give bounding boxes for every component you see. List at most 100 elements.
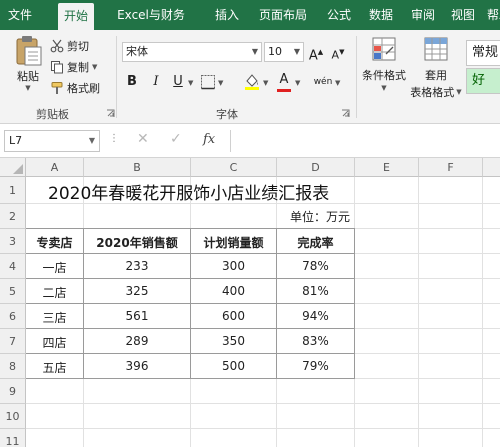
- font-group-label: 字体: [216, 108, 238, 121]
- column-header-a[interactable]: A: [26, 158, 84, 177]
- fill-color-dropdown-icon[interactable]: ▼: [263, 79, 268, 87]
- tab-home[interactable]: 开始: [58, 3, 94, 30]
- name-box[interactable]: L7 ▼: [4, 130, 100, 152]
- bold-button[interactable]: B: [124, 72, 140, 92]
- header-cell-store[interactable]: 专卖店: [26, 234, 83, 251]
- table-cell[interactable]: 500: [191, 359, 276, 373]
- row-header-5[interactable]: 5: [0, 279, 26, 304]
- tab-help[interactable]: 帮助: [484, 0, 500, 30]
- table-cell[interactable]: 81%: [277, 284, 354, 298]
- tab-page-layout[interactable]: 页面布局: [254, 0, 312, 30]
- table-cell[interactable]: 78%: [277, 259, 354, 273]
- unit-label[interactable]: 单位：万元: [290, 208, 350, 225]
- underline-dropdown-icon[interactable]: ▼: [188, 79, 193, 87]
- tab-insert[interactable]: 插入: [210, 0, 244, 30]
- format-painter-button[interactable]: 格式刷: [50, 80, 100, 96]
- row-header-9[interactable]: 9: [0, 379, 26, 404]
- formula-input[interactable]: [230, 130, 500, 152]
- table-cell[interactable]: 325: [84, 284, 190, 298]
- worksheet-grid[interactable]: A B C D E F 1 2 3 4 5 6 7 8 9 10 11 2020…: [0, 158, 500, 447]
- table-cell[interactable]: 233: [84, 259, 190, 273]
- table-cell[interactable]: 一店: [26, 259, 83, 276]
- fill-color-icon[interactable]: [243, 72, 261, 90]
- header-cell-rate[interactable]: 完成率: [277, 234, 354, 251]
- table-cell[interactable]: 94%: [277, 309, 354, 323]
- cell-style-normal[interactable]: 常规: [466, 40, 500, 66]
- row-header-2[interactable]: 2: [0, 204, 26, 229]
- conditional-format-dropdown-icon[interactable]: ▼: [381, 84, 386, 92]
- table-cell[interactable]: 289: [84, 334, 190, 348]
- insert-function-button[interactable]: fx: [203, 132, 215, 147]
- row-header-6[interactable]: 6: [0, 304, 26, 329]
- table-cell[interactable]: 三店: [26, 309, 83, 326]
- paste-button[interactable]: 粘贴 ▼: [8, 34, 48, 92]
- select-all-button[interactable]: [0, 158, 26, 177]
- table-cell[interactable]: 五店: [26, 359, 83, 376]
- phonetic-dropdown-icon[interactable]: ▼: [335, 79, 340, 87]
- font-launcher-icon[interactable]: [341, 109, 350, 118]
- cut-button[interactable]: 剪切: [50, 38, 89, 54]
- font-color-dropdown-icon[interactable]: ▼: [295, 79, 300, 87]
- grow-font-button[interactable]: A▲: [308, 42, 324, 63]
- ribbon-tab-bar: 文件 开始 Excel与财务 插入 页面布局 公式 数据 审阅 视图 帮助: [0, 0, 500, 30]
- table-cell[interactable]: 二店: [26, 284, 83, 301]
- paste-dropdown-icon[interactable]: ▼: [25, 84, 30, 92]
- chevron-down-icon[interactable]: ▼: [294, 43, 300, 61]
- font-size-combo[interactable]: 10 ▼: [264, 42, 304, 62]
- borders-icon[interactable]: [200, 74, 216, 90]
- sheet-title[interactable]: 2020年春暖花开服饰小店业绩汇报表: [48, 179, 329, 204]
- table-cell[interactable]: 300: [191, 259, 276, 273]
- column-header-d[interactable]: D: [277, 158, 355, 177]
- table-cell[interactable]: 400: [191, 284, 276, 298]
- table-format-dropdown-icon[interactable]: ▼: [456, 88, 461, 96]
- italic-button[interactable]: I: [148, 72, 164, 92]
- gridline: [26, 403, 500, 404]
- cell-style-good[interactable]: 好: [466, 68, 500, 94]
- tab-view[interactable]: 视图: [446, 0, 480, 30]
- table-cell[interactable]: 79%: [277, 359, 354, 373]
- phonetic-label: wén: [313, 77, 333, 87]
- chevron-down-icon[interactable]: ▼: [89, 131, 95, 151]
- tab-review[interactable]: 审阅: [406, 0, 440, 30]
- column-header-c[interactable]: C: [191, 158, 277, 177]
- header-cell-sales[interactable]: 2020年销售额: [84, 234, 190, 251]
- row-header-8[interactable]: 8: [0, 354, 26, 379]
- chevron-down-icon[interactable]: ▼: [252, 43, 258, 61]
- column-header-g[interactable]: [483, 158, 500, 177]
- row-header-4[interactable]: 4: [0, 254, 26, 279]
- table-cell[interactable]: 四店: [26, 334, 83, 351]
- copy-button[interactable]: 复制 ▼: [50, 59, 97, 75]
- enter-icon[interactable]: ✓: [170, 131, 182, 147]
- column-header-f[interactable]: F: [419, 158, 483, 177]
- column-header-e[interactable]: E: [355, 158, 419, 177]
- table-cell[interactable]: 561: [84, 309, 190, 323]
- tab-data[interactable]: 数据: [364, 0, 398, 30]
- table-cell[interactable]: 396: [84, 359, 190, 373]
- borders-dropdown-icon[interactable]: ▼: [218, 79, 223, 87]
- tab-formulas[interactable]: 公式: [322, 0, 356, 30]
- group-divider: [116, 36, 117, 118]
- phonetic-button[interactable]: wén: [312, 72, 334, 92]
- tab-file[interactable]: 文件: [4, 0, 36, 30]
- underline-button[interactable]: U: [170, 72, 186, 92]
- table-cell[interactable]: 83%: [277, 334, 354, 348]
- row-header-3[interactable]: 3: [0, 229, 26, 254]
- font-color-button[interactable]: A: [276, 70, 292, 92]
- row-header-7[interactable]: 7: [0, 329, 26, 354]
- tab-excel-finance[interactable]: Excel与财务: [104, 0, 198, 30]
- copy-dropdown-icon[interactable]: ▼: [92, 63, 97, 71]
- row-header-1[interactable]: 1: [0, 177, 26, 204]
- clipboard-launcher-icon[interactable]: [106, 109, 115, 118]
- table-cell[interactable]: 350: [191, 334, 276, 348]
- shrink-font-button[interactable]: A▼: [330, 42, 346, 62]
- formula-bar-grip-icon[interactable]: ⋮: [109, 133, 119, 144]
- row-header-11[interactable]: 11: [0, 429, 26, 447]
- font-name-combo[interactable]: 宋体 ▼: [122, 42, 262, 62]
- cancel-icon[interactable]: ✕: [137, 131, 149, 147]
- header-cell-plan[interactable]: 计划销量额: [191, 234, 276, 251]
- conditional-format-button[interactable]: 条件格式 ▼: [358, 36, 410, 92]
- row-header-10[interactable]: 10: [0, 404, 26, 429]
- format-as-table-button[interactable]: 套用 表格格式 ▼: [408, 36, 464, 100]
- column-header-b[interactable]: B: [84, 158, 191, 177]
- table-cell[interactable]: 600: [191, 309, 276, 323]
